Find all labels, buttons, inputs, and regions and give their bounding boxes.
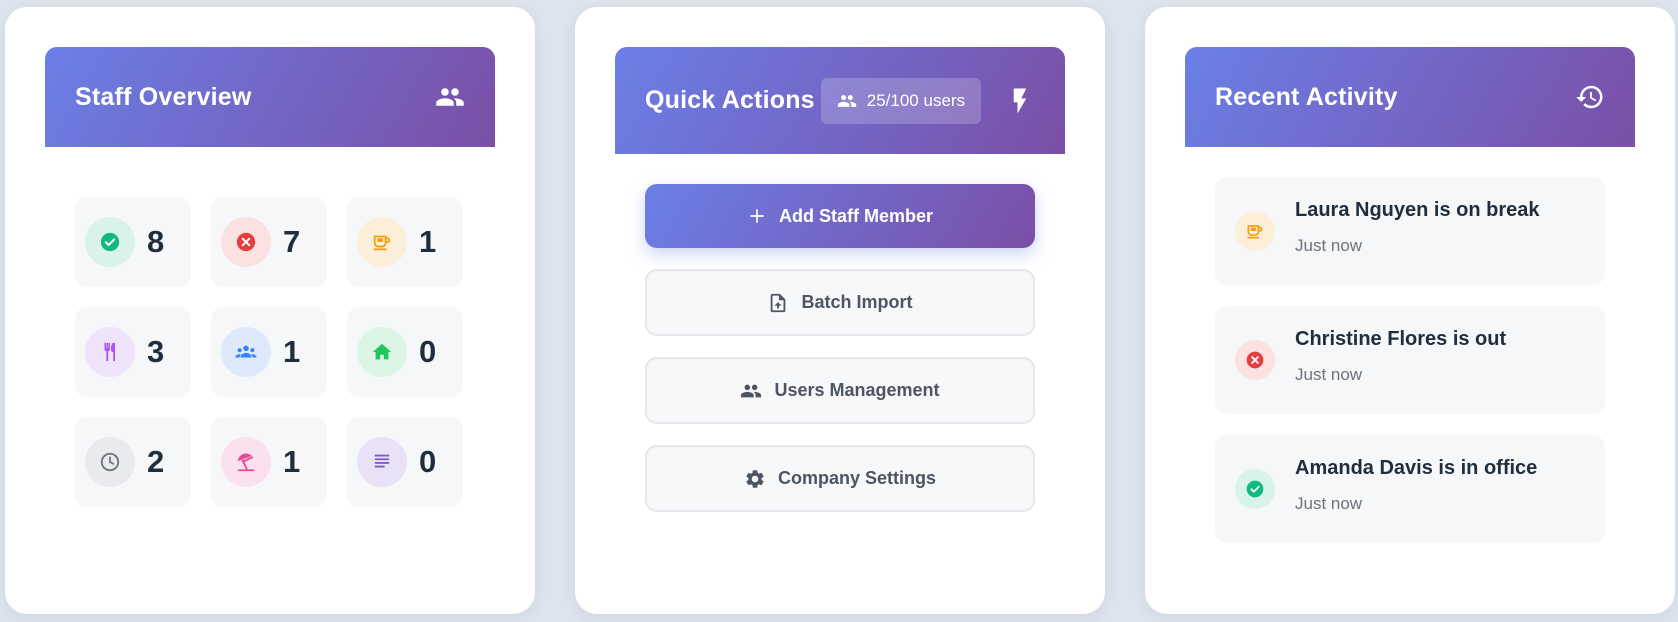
- recent-activity-card: Recent Activity Laura Nguyen is on break…: [1145, 7, 1675, 614]
- activity-text: Christine Flores is out Just now: [1295, 328, 1506, 385]
- stat-grid: 8 7 1 3 1 0 2 1 0: [75, 197, 463, 507]
- activity-timestamp: Just now: [1295, 235, 1363, 255]
- umbrella-icon: [221, 437, 271, 487]
- activity-text: Amanda Davis is in office Just now: [1295, 457, 1537, 514]
- stat-value: 8: [147, 224, 165, 259]
- users-management-label: Users Management: [774, 380, 940, 400]
- notes-icon: [357, 437, 407, 487]
- group-icon: [221, 327, 271, 377]
- quick-actions-title: Quick Actions: [645, 86, 815, 114]
- add-staff-member-label: Add Staff Member: [778, 205, 933, 226]
- stat-value: 0: [419, 334, 437, 369]
- history-icon: [1575, 82, 1605, 112]
- home-icon: [357, 327, 407, 377]
- stat-value: 0: [419, 444, 437, 479]
- stat-tile-lunch[interactable]: 3: [75, 307, 191, 397]
- quick-actions-header: Quick Actions 25/100 users: [615, 47, 1065, 154]
- activity-item[interactable]: Christine Flores is out Just now: [1215, 306, 1605, 414]
- activity-timestamp: Just now: [1295, 493, 1363, 513]
- users-management-button[interactable]: Users Management: [645, 357, 1035, 424]
- stat-value: 3: [147, 334, 165, 369]
- stat-value: 7: [283, 224, 301, 259]
- clock-icon: [85, 437, 135, 487]
- quick-actions-card: Quick Actions 25/100 users Add Staff Mem…: [575, 7, 1105, 614]
- stat-tile-meeting[interactable]: 1: [211, 307, 327, 397]
- lightning-icon: [1005, 86, 1035, 116]
- users-icon: [435, 82, 465, 112]
- recent-activity-title: Recent Activity: [1215, 82, 1398, 111]
- stat-tile-in-office[interactable]: 8: [75, 197, 191, 287]
- stat-tile-home[interactable]: 0: [347, 307, 463, 397]
- users-count-badge: 25/100 users: [820, 77, 982, 124]
- company-settings-button[interactable]: Company Settings: [645, 445, 1035, 512]
- plus-icon: [750, 209, 764, 223]
- activity-timestamp: Just now: [1295, 364, 1363, 384]
- stat-tile-pending[interactable]: 2: [75, 417, 191, 507]
- coffee-icon: [357, 217, 407, 267]
- activity-item[interactable]: Amanda Davis is in office Just now: [1215, 435, 1605, 543]
- stat-tile-break[interactable]: 1: [347, 197, 463, 287]
- activity-description: Christine Flores is out: [1295, 327, 1507, 350]
- activity-description: Laura Nguyen is on break: [1295, 198, 1540, 221]
- stat-tile-out[interactable]: 7: [211, 197, 327, 287]
- activity-description: Amanda Davis is in office: [1295, 456, 1538, 479]
- activity-list: Laura Nguyen is on break Just now Christ…: [1215, 177, 1605, 543]
- coffee-icon: [1235, 211, 1275, 251]
- check-circle-icon: [1235, 469, 1275, 509]
- check-circle-icon: [85, 217, 135, 267]
- batch-import-button[interactable]: Batch Import: [645, 269, 1035, 336]
- staff-overview-title: Staff Overview: [75, 82, 252, 111]
- users-icon: [741, 384, 762, 397]
- staff-overview-card: Staff Overview 8 7 1 3 1 0 2 1 0: [5, 7, 535, 614]
- stat-value: 1: [283, 334, 301, 369]
- activity-item[interactable]: Laura Nguyen is on break Just now: [1215, 177, 1605, 285]
- stat-tile-other[interactable]: 0: [347, 417, 463, 507]
- gear-icon: [746, 469, 764, 488]
- company-settings-label: Company Settings: [777, 468, 937, 488]
- recent-activity-header: Recent Activity: [1185, 47, 1635, 147]
- actions-list: Add Staff Member Batch Import Users Mana…: [645, 184, 1035, 512]
- activity-text: Laura Nguyen is on break Just now: [1295, 199, 1540, 256]
- file-upload-icon: [771, 293, 786, 312]
- utensils-icon: [85, 327, 135, 377]
- users-icon: [837, 94, 856, 107]
- users-count-text: 25/100 users: [866, 90, 966, 110]
- stat-value: 2: [147, 444, 165, 479]
- staff-overview-header: Staff Overview: [45, 47, 495, 147]
- x-circle-icon: [1235, 340, 1275, 380]
- stat-value: 1: [283, 444, 301, 479]
- stat-value: 1: [419, 224, 437, 259]
- add-staff-member-button[interactable]: Add Staff Member: [645, 184, 1035, 248]
- x-circle-icon: [221, 217, 271, 267]
- batch-import-label: Batch Import: [801, 292, 913, 312]
- stat-tile-vacation[interactable]: 1: [211, 417, 327, 507]
